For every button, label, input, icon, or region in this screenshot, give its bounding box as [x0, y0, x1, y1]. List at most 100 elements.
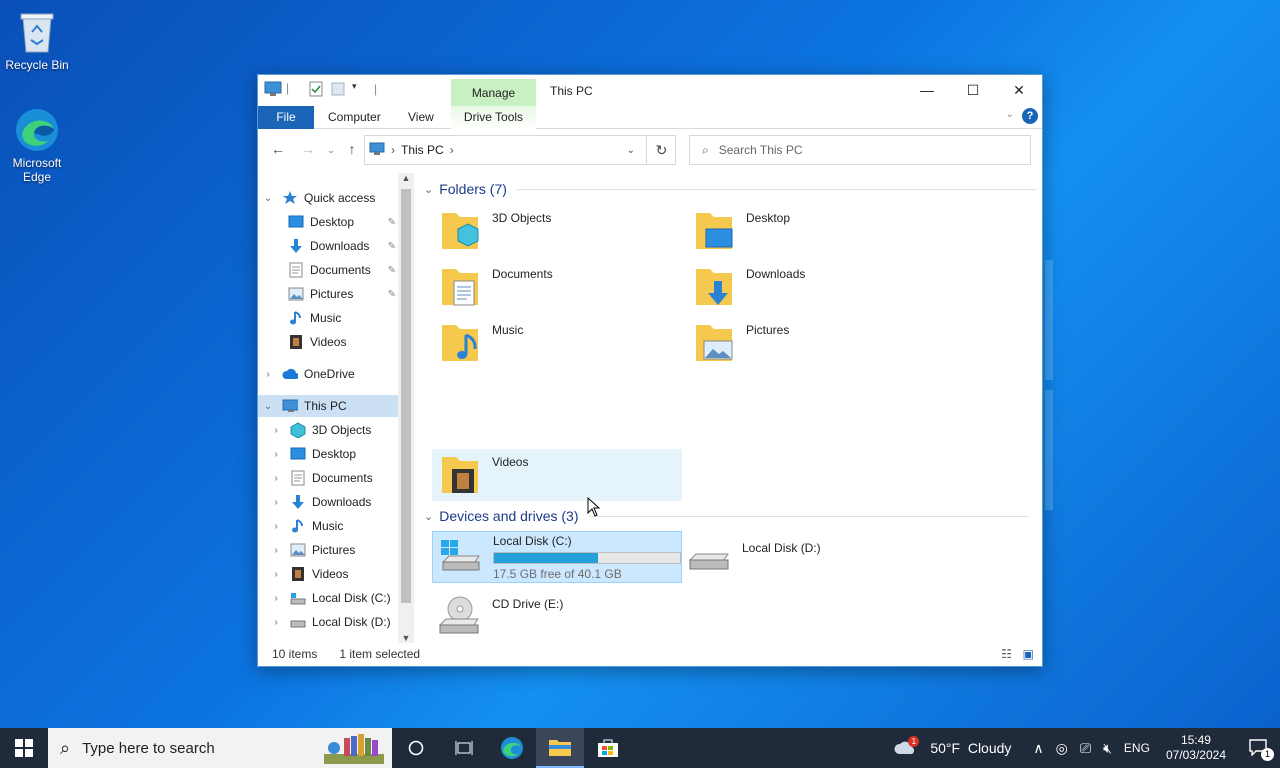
folder-downloads[interactable]: Downloads [690, 261, 940, 313]
chevron-right-icon[interactable]: › [270, 449, 282, 460]
nav-pc-desktop[interactable]: › Desktop [270, 443, 398, 465]
forward-button[interactable]: → [298, 141, 318, 157]
folder-desktop[interactable]: Desktop [690, 205, 940, 257]
folder-label: Pictures [746, 323, 790, 337]
weather-text[interactable]: 50°F Cloudy [930, 740, 1011, 756]
chevron-right-icon[interactable]: › [270, 425, 282, 436]
folder-documents[interactable]: Documents [436, 261, 686, 313]
tab-computer[interactable]: Computer [318, 106, 391, 129]
store-icon [598, 739, 618, 757]
chevron-down-icon[interactable]: ⌄ [424, 510, 433, 523]
manage-contextual-tab[interactable]: Manage [451, 79, 536, 107]
folder-3d-objects[interactable]: 3D Objects [436, 205, 686, 257]
nav-scrollbar[interactable]: ▲ ▼ [398, 173, 414, 643]
nav-quick-downloads[interactable]: Downloads ✎ [288, 235, 398, 257]
breadcrumb-this-pc[interactable]: This PC [401, 143, 444, 157]
chevron-right-icon[interactable]: › [262, 369, 274, 380]
chevron-right-icon[interactable]: › [270, 497, 282, 508]
taskbar-search-box[interactable]: ⌕ Type here to search [48, 728, 392, 768]
nav-quick-desktop[interactable]: Desktop ✎ [288, 211, 398, 233]
expand-ribbon-icon[interactable]: ⌄ [1006, 109, 1014, 120]
tab-drive-tools[interactable]: Drive Tools [451, 106, 536, 129]
meet-now-icon[interactable]: ◎ [1056, 740, 1068, 757]
action-center-icon[interactable]: 1 [1248, 738, 1274, 761]
mouse-cursor-icon [587, 496, 601, 520]
nav-quick-music[interactable]: Music [288, 307, 398, 329]
nav-pc-videos[interactable]: › Videos [270, 563, 398, 585]
pin-icon: ✎ [387, 240, 396, 252]
refresh-button[interactable]: ↻ [646, 135, 676, 165]
tab-file[interactable]: File [258, 106, 314, 129]
folder-music[interactable]: Music [436, 317, 686, 369]
scroll-up-icon[interactable]: ▲ [398, 173, 414, 183]
drive-info: Local Disk (C:) 17.5 GB free of 40.1 GB [493, 532, 681, 582]
nav-onedrive[interactable]: › OneDrive [262, 363, 402, 385]
chevron-right-icon[interactable]: › [270, 569, 282, 580]
item-count: 10 items [272, 647, 318, 661]
up-button[interactable]: ↑ [342, 141, 362, 157]
task-view-button[interactable] [440, 728, 488, 768]
address-bar[interactable]: › This PC › ⌄ [364, 135, 676, 165]
network-icon[interactable]: ⎚ [1080, 740, 1091, 757]
maximize-button[interactable]: ☐ [950, 75, 996, 105]
language-indicator[interactable]: ENG [1124, 741, 1150, 755]
chevron-right-icon[interactable]: › [270, 593, 282, 604]
taskbar-store-button[interactable] [584, 728, 632, 768]
start-button[interactable] [0, 728, 48, 768]
desktop-icon-edge[interactable]: Microsoft Edge [2, 106, 72, 184]
tab-view[interactable]: View [398, 106, 444, 129]
customize-toolbar-dropdown-icon[interactable]: ▾ [352, 81, 368, 97]
drive-local-disk-d[interactable]: Local Disk (D:) [686, 537, 936, 589]
chevron-down-icon[interactable]: ⌄ [424, 183, 433, 196]
taskbar-edge-button[interactable] [488, 728, 536, 768]
address-dropdown-icon[interactable]: ⌄ [627, 145, 635, 156]
new-folder-icon[interactable] [330, 81, 346, 97]
details-view-icon[interactable]: ☷ [1001, 647, 1012, 661]
nav-pc-3d-objects[interactable]: › 3D Objects [270, 419, 398, 441]
nav-pc-pictures[interactable]: › Pictures [270, 539, 398, 561]
chevron-right-icon[interactable]: › [270, 617, 282, 628]
show-hidden-icons-chevron-up-icon[interactable]: ∧ [1033, 740, 1043, 757]
cortana-button[interactable] [392, 728, 440, 768]
properties-icon[interactable] [308, 81, 324, 97]
minimize-button[interactable]: — [904, 75, 950, 105]
nav-pc-local-disk-d[interactable]: › Local Disk (D:) [270, 611, 398, 633]
folder-videos[interactable]: Videos [432, 449, 682, 501]
folder-pictures[interactable]: Pictures [690, 317, 940, 369]
nav-quick-documents[interactable]: Documents ✎ [288, 259, 398, 281]
drive-cd-e[interactable]: CD Drive (E:) [436, 591, 686, 643]
clock[interactable]: 15:49 07/03/2024 [1166, 733, 1226, 763]
recycle-bin-icon [13, 8, 61, 56]
nav-pc-music[interactable]: › Music [270, 515, 398, 537]
search-icon: ⌕ [702, 142, 709, 157]
large-icons-view-icon[interactable]: ▣ [1023, 647, 1034, 661]
recent-locations-icon[interactable]: ⌄ [321, 145, 341, 156]
nav-quick-videos[interactable]: Videos [288, 331, 398, 353]
nav-pc-documents[interactable]: › Documents [270, 467, 398, 489]
chevron-down-icon[interactable]: ⌄ [262, 193, 274, 204]
chevron-right-icon[interactable]: › [270, 473, 282, 484]
nav-pc-downloads[interactable]: › Downloads [270, 491, 398, 513]
nav-quick-access[interactable]: ⌄ Quick access [262, 187, 402, 209]
drives-section-header[interactable]: ⌄ Devices and drives (3) [424, 508, 1029, 524]
volume-muted-icon[interactable]: 🔇︎ [1103, 740, 1112, 757]
search-input[interactable]: ⌕ Search This PC [689, 135, 1031, 165]
drive-local-disk-c[interactable]: Local Disk (C:) 17.5 GB free of 40.1 GB [432, 531, 682, 583]
chevron-down-icon[interactable]: ⌄ [262, 401, 274, 412]
folders-section-header[interactable]: ⌄ Folders (7) [424, 181, 1037, 197]
nav-pc-local-disk-c[interactable]: › Local Disk (C:) [270, 587, 398, 609]
weather-widget[interactable]: 1 [894, 735, 920, 759]
nav-this-pc[interactable]: ⌄ This PC [258, 395, 398, 417]
chevron-right-icon[interactable]: › [270, 545, 282, 556]
taskbar-file-explorer-button[interactable] [536, 728, 584, 768]
help-icon[interactable]: ? [1022, 108, 1038, 124]
scroll-thumb[interactable] [401, 189, 411, 603]
clock-date: 07/03/2024 [1165, 748, 1226, 762]
desktop-icon-recycle-bin[interactable]: Recycle Bin [2, 8, 72, 72]
breadcrumb-separator-icon[interactable]: › [450, 143, 454, 157]
back-button[interactable]: ← [268, 141, 288, 157]
close-button[interactable]: ✕ [996, 75, 1042, 105]
nav-quick-pictures[interactable]: Pictures ✎ [288, 283, 398, 305]
chevron-right-icon[interactable]: › [270, 521, 282, 532]
divider [588, 515, 1029, 517]
